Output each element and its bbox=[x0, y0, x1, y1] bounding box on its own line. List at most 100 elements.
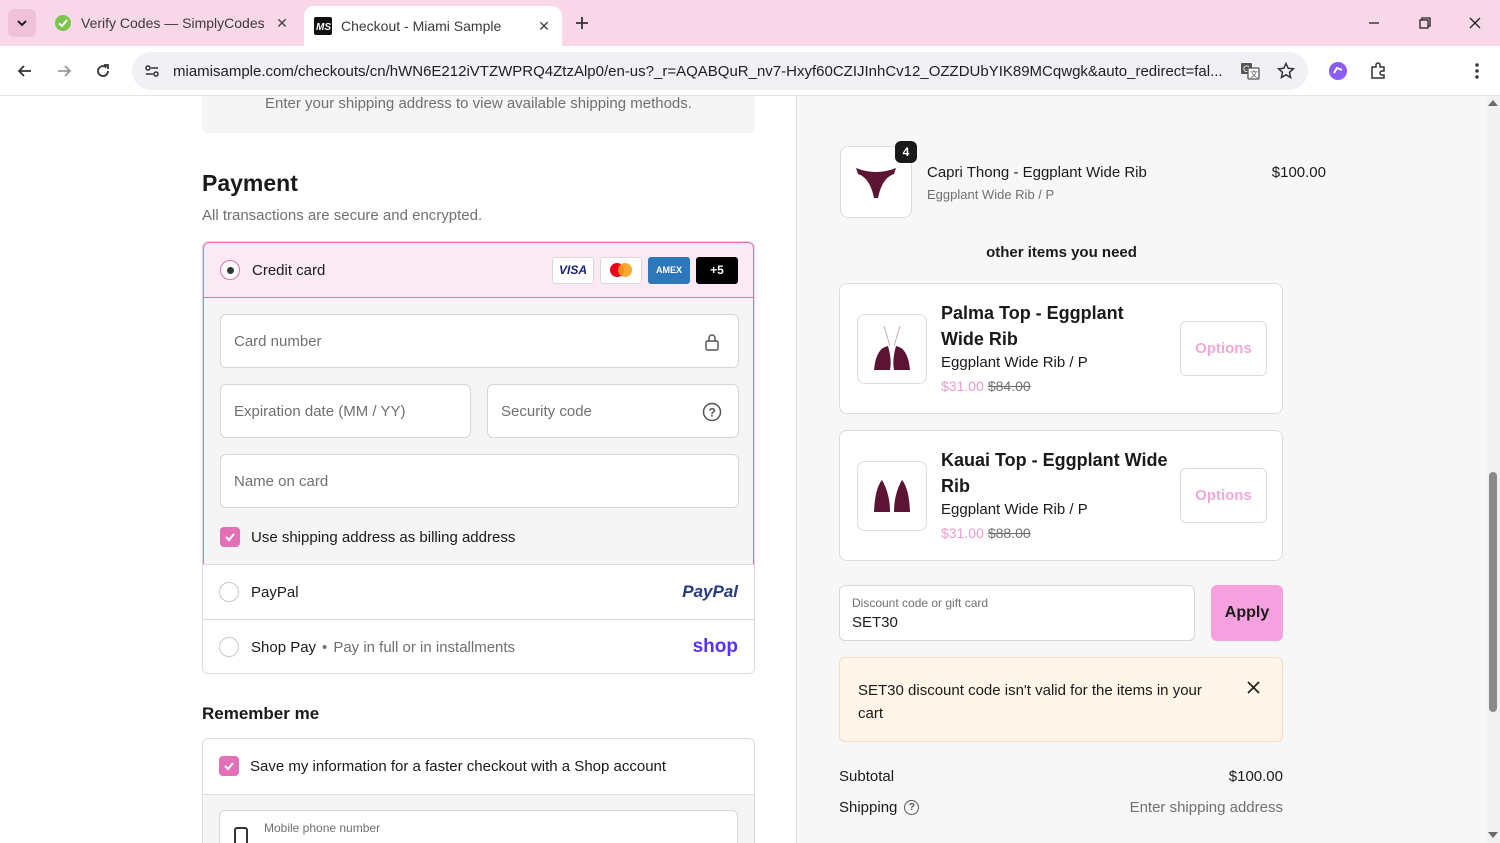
upsell-prices: $31.00 $84.00 bbox=[941, 378, 1031, 394]
expiration-placeholder: Expiration date (MM / YY) bbox=[234, 402, 406, 420]
page-scrollbar[interactable] bbox=[1486, 96, 1500, 843]
paypal-option[interactable]: PayPal PayPal bbox=[203, 564, 754, 619]
thong-image-icon bbox=[856, 168, 896, 198]
back-button[interactable] bbox=[11, 57, 39, 85]
shipping-value: Enter shipping address bbox=[1129, 799, 1283, 816]
tab-search-button[interactable] bbox=[8, 9, 36, 37]
extension-icon[interactable] bbox=[1324, 57, 1352, 85]
tab-title: Checkout - Miami Sample bbox=[341, 18, 502, 34]
simplycodes-favicon-icon bbox=[55, 15, 71, 31]
close-window-button[interactable] bbox=[1460, 8, 1490, 38]
billing-checkbox[interactable] bbox=[220, 527, 240, 547]
scrollbar-thumb[interactable] bbox=[1489, 472, 1497, 712]
compare-price: $84.00 bbox=[987, 378, 1031, 394]
paypal-label: PayPal bbox=[251, 583, 299, 601]
more-cards-badge: +5 bbox=[696, 256, 738, 284]
scroll-down-arrow-icon[interactable] bbox=[1488, 832, 1498, 838]
close-icon bbox=[1469, 17, 1481, 29]
options-button[interactable]: Options bbox=[1180, 321, 1267, 376]
name-on-card-field[interactable]: Name on card bbox=[220, 454, 739, 508]
tab-checkout[interactable]: MS Checkout - Miami Sample ✕ bbox=[304, 6, 562, 46]
minimize-icon bbox=[1369, 22, 1379, 24]
bikini-top-image-icon bbox=[874, 480, 910, 512]
restore-button[interactable] bbox=[1410, 8, 1440, 38]
save-info-checkbox[interactable] bbox=[219, 756, 239, 776]
card-number-placeholder: Card number bbox=[234, 332, 322, 350]
credit-card-radio[interactable] bbox=[220, 260, 240, 280]
question-circle-icon[interactable]: ? bbox=[904, 800, 920, 815]
mobile-phone-label: Mobile phone number bbox=[264, 821, 381, 835]
upsell-product-name[interactable]: Palma Top - Eggplant Wide Rib bbox=[941, 300, 1171, 352]
shop-pay-sublabel: Pay in full or in installments bbox=[333, 638, 516, 656]
shop-pay-option[interactable]: Shop Pay • Pay in full or in installment… bbox=[203, 619, 754, 673]
chevron-down-icon bbox=[17, 20, 27, 27]
miami-sample-favicon-icon: MS bbox=[314, 17, 332, 35]
amex-logo-icon: AMEX bbox=[648, 256, 690, 284]
url-text: miamisample.com/checkouts/cn/hWN6E212iVT… bbox=[173, 62, 1223, 80]
bookmark-star-icon[interactable] bbox=[1272, 57, 1300, 85]
tab-simplycodes[interactable]: Verify Codes — SimplyCodes ✕ bbox=[44, 6, 300, 40]
visa-logo-icon: VISA bbox=[552, 256, 594, 284]
scroll-up-arrow-icon[interactable] bbox=[1488, 100, 1498, 106]
upsell-product-variant: Eggplant Wide Rib / P bbox=[941, 354, 1088, 371]
shipping-label: Shipping bbox=[839, 799, 898, 816]
sale-price: $31.00 bbox=[941, 525, 984, 541]
reload-button[interactable] bbox=[89, 57, 117, 85]
shop-pay-logo-icon: shop bbox=[692, 636, 738, 657]
question-circle-icon[interactable]: ? bbox=[702, 402, 722, 422]
credit-card-option[interactable]: Credit card VISA AMEX +5 bbox=[203, 242, 754, 298]
tab-title: Verify Codes — SimplyCodes bbox=[81, 15, 265, 31]
upsell-heading: other items you need bbox=[986, 244, 1137, 261]
bikini-top-image-icon bbox=[874, 325, 910, 370]
payment-heading: Payment bbox=[202, 170, 298, 196]
upsell-product-name[interactable]: Kauai Top - Eggplant Wide Rib bbox=[941, 447, 1171, 499]
order-summary-column: 4 Capri Thong - Eggplant Wide Rib Eggpla… bbox=[797, 96, 1486, 843]
browser-menu-icon[interactable] bbox=[1463, 57, 1491, 85]
sale-price: $31.00 bbox=[941, 378, 984, 394]
svg-text:?: ? bbox=[709, 406, 716, 420]
security-code-placeholder: Security code bbox=[501, 402, 592, 420]
expiration-date-field[interactable]: Expiration date (MM / YY) bbox=[220, 384, 471, 438]
svg-text:文: 文 bbox=[1250, 69, 1258, 79]
close-icon[interactable] bbox=[1243, 677, 1263, 697]
shipping-method-placeholder: Enter your shipping address to view avai… bbox=[202, 96, 755, 133]
restore-icon bbox=[1419, 17, 1431, 29]
reload-icon bbox=[97, 64, 109, 77]
new-tab-button[interactable] bbox=[570, 11, 594, 35]
tab-close-icon[interactable]: ✕ bbox=[534, 16, 554, 36]
checkmark-icon bbox=[225, 533, 235, 542]
line-item-variant: Eggplant Wide Rib / P bbox=[927, 187, 1055, 202]
arrow-left-icon bbox=[17, 65, 31, 77]
checkmark-icon bbox=[224, 762, 234, 771]
payment-methods: Credit card VISA AMEX +5 Card number Exp… bbox=[202, 241, 755, 674]
forward-button[interactable] bbox=[50, 57, 78, 85]
checkout-form-column: Enter your shipping address to view avai… bbox=[0, 96, 797, 843]
translate-icon[interactable]: G文 bbox=[1236, 57, 1264, 85]
browser-tabstrip: Verify Codes — SimplyCodes ✕ MS Checkout… bbox=[0, 0, 1500, 46]
tab-close-icon[interactable]: ✕ bbox=[272, 13, 292, 33]
quantity-badge: 4 bbox=[895, 141, 917, 163]
discount-code-field[interactable]: Discount code or gift card SET30 bbox=[839, 585, 1195, 641]
upsell-card: Kauai Top - Eggplant Wide Rib Eggplant W… bbox=[839, 430, 1283, 561]
remember-me-fields: Mobile phone number bbox=[203, 794, 754, 843]
shop-pay-radio[interactable] bbox=[219, 637, 239, 657]
shop-pay-label: Shop Pay bbox=[251, 638, 317, 656]
apply-discount-button[interactable]: Apply bbox=[1211, 585, 1283, 641]
paypal-radio[interactable] bbox=[219, 582, 239, 602]
upsell-prices: $31.00 $88.00 bbox=[941, 525, 1031, 541]
save-info-toggle[interactable]: Save my information for a faster checkou… bbox=[219, 756, 666, 776]
mobile-phone-field[interactable]: Mobile phone number bbox=[219, 810, 738, 843]
site-info-icon[interactable] bbox=[141, 60, 163, 82]
address-bar[interactable]: miamisample.com/checkouts/cn/hWN6E212iVT… bbox=[132, 52, 1308, 90]
checkout-page: Enter your shipping address to view avai… bbox=[0, 96, 1486, 843]
card-number-field[interactable]: Card number bbox=[220, 314, 739, 368]
security-code-field[interactable]: Security code ? bbox=[487, 384, 739, 438]
cart-line-item: 4 Capri Thong - Eggplant Wide Rib Eggpla… bbox=[840, 141, 1326, 218]
minimize-button[interactable] bbox=[1359, 8, 1389, 38]
extensions-puzzle-icon[interactable] bbox=[1364, 57, 1392, 85]
svg-text:MS: MS bbox=[316, 22, 331, 33]
discount-code-value: SET30 bbox=[852, 614, 898, 631]
options-button[interactable]: Options bbox=[1180, 468, 1267, 523]
billing-address-toggle[interactable]: Use shipping address as billing address bbox=[220, 527, 515, 547]
subtotal-value: $100.00 bbox=[1228, 768, 1283, 785]
